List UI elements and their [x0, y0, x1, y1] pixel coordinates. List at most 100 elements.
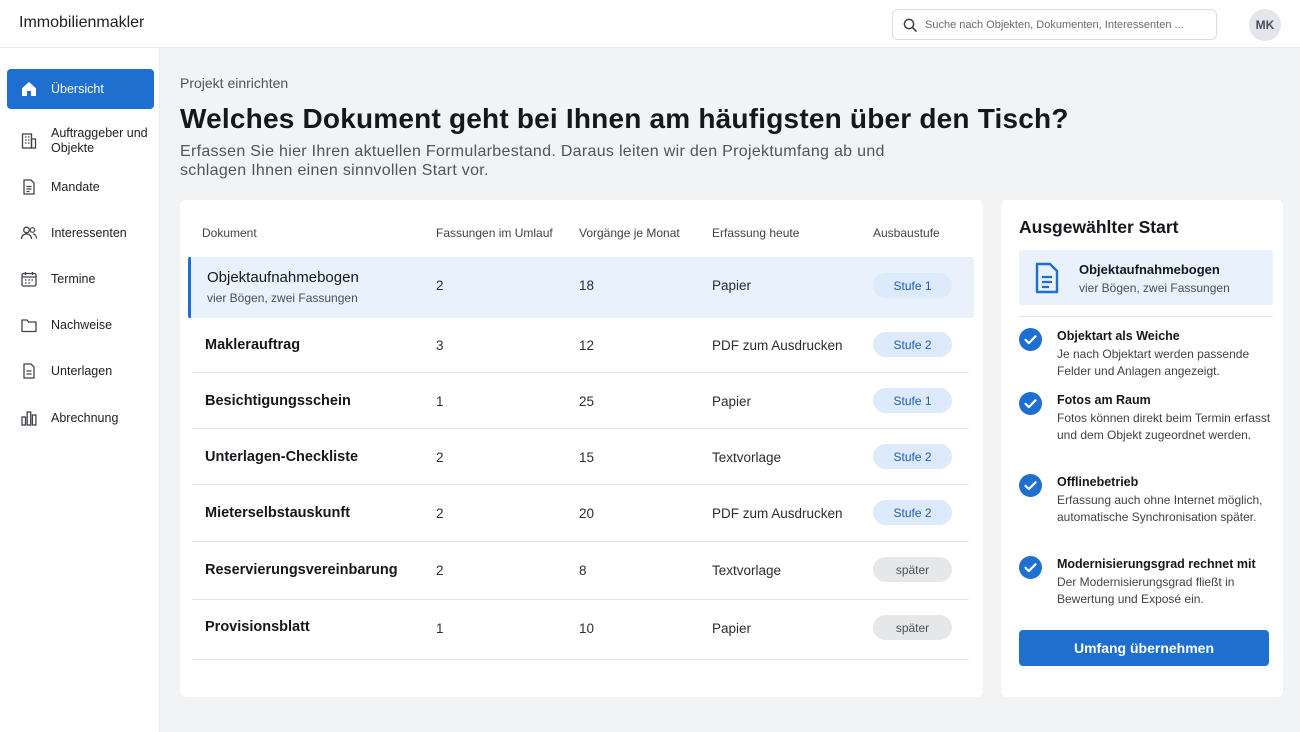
document-icon: [1035, 262, 1059, 294]
stage-badge[interactable]: Stufe 2: [873, 444, 952, 469]
feature-title: Objektart als Weiche: [1057, 329, 1180, 343]
search-icon: [903, 18, 917, 32]
folder-icon: [21, 319, 37, 333]
row-document-name: Reservierungsvereinbarung: [205, 562, 398, 578]
table-row[interactable]: Reservierungsvereinbarung 2 8 Textvorlag…: [192, 542, 969, 600]
sidebar-item-nachweise[interactable]: Nachweise: [7, 305, 154, 345]
calendar-icon: [21, 272, 37, 287]
page-eyebrow: Projekt einrichten: [180, 75, 289, 91]
row-capture: PDF zum Ausdrucken: [712, 506, 843, 521]
selected-document-name: Objektaufnahmebogen: [1079, 262, 1220, 277]
file-text-icon: [23, 363, 35, 379]
row-per-month: 12: [579, 338, 595, 353]
row-capture: PDF zum Ausdrucken: [712, 338, 843, 353]
selected-document-card: Objektaufnahmebogen vier Bögen, zwei Fas…: [1019, 250, 1273, 305]
row-document-name: Unterlagen-Checkliste: [205, 449, 359, 465]
sidebar-item-label: Termine: [51, 271, 96, 286]
row-per-month: 25: [579, 394, 595, 409]
panel-title: Ausgewählter Start: [1019, 217, 1179, 237]
row-document-name: Maklerauftrag: [205, 337, 301, 353]
check-circle-icon: [1019, 556, 1042, 579]
table-row[interactable]: Mieterselbstauskunft 2 20 PDF zum Ausdru…: [192, 485, 969, 542]
row-document-name: Mieterselbstauskunft: [205, 505, 351, 521]
document-icon: [23, 179, 35, 195]
table-row[interactable]: Maklerauftrag 3 12 PDF zum Ausdrucken St…: [192, 318, 969, 373]
row-versions: 2: [436, 563, 444, 578]
stage-badge[interactable]: Stufe 1: [873, 273, 952, 298]
sidebar-item-unterlagen[interactable]: Unterlagen: [7, 351, 154, 391]
user-avatar[interactable]: MK: [1249, 9, 1281, 41]
sidebar-item-interessenten[interactable]: Interessenten: [7, 213, 154, 253]
row-capture: Textvorlage: [712, 450, 782, 465]
row-document-name: Objektaufnahmebogen: [207, 269, 359, 286]
feature-description: Der Modernisierungsgrad fließt in Bewert…: [1057, 575, 1235, 606]
row-versions: 2: [436, 506, 444, 521]
sidebar-item-uebersicht[interactable]: Übersicht: [7, 69, 154, 109]
feature-title: Offlinebetrieb: [1057, 475, 1139, 489]
column-header-document: Dokument: [202, 226, 257, 240]
sidebar-item-auftraggeber[interactable]: Auftraggeber und Objekte: [7, 119, 154, 163]
stage-badge[interactable]: später: [873, 615, 952, 640]
row-versions: 3: [436, 338, 444, 353]
table-row[interactable]: Objektaufnahmebogen vier Bögen, zwei Fas…: [188, 257, 974, 318]
feature-title: Fotos am Raum: [1057, 393, 1151, 407]
row-document-name: Besichtigungsschein: [205, 393, 351, 409]
row-capture: Textvorlage: [712, 563, 782, 578]
divider: [1019, 316, 1273, 317]
selected-start-panel: Ausgewählter Start Objektaufnahmebogen v…: [1001, 200, 1283, 697]
check-circle-icon: [1019, 392, 1042, 415]
table-row[interactable]: Provisionsblatt 1 10 Papier später: [192, 600, 969, 660]
stage-badge[interactable]: Stufe 2: [873, 500, 952, 525]
sidebar-item-label: Abrechnung: [51, 410, 119, 425]
row-per-month: 18: [579, 278, 595, 293]
column-header-capture: Erfassung heute: [712, 226, 800, 240]
row-versions: 1: [436, 621, 444, 636]
column-header-stage: Ausbaustufe: [873, 226, 940, 240]
feature-description: Erfassung auch ohne Internet möglich, au…: [1057, 493, 1263, 524]
sidebar-item-label: Übersicht: [51, 81, 104, 96]
bar-chart-icon: [21, 411, 37, 426]
stage-badge[interactable]: später: [873, 557, 952, 582]
sidebar-item-mandate[interactable]: Mandate: [7, 167, 154, 207]
row-per-month: 8: [579, 563, 587, 578]
table-row[interactable]: Besichtigungsschein 1 25 Papier Stufe 1: [192, 373, 969, 429]
row-per-month: 10: [579, 621, 595, 636]
row-versions: 2: [436, 450, 444, 465]
row-versions: 2: [436, 278, 444, 293]
column-header-versions: Fassungen im Umlauf: [436, 226, 553, 240]
sidebar-item-label: Mandate: [51, 179, 100, 194]
stage-badge[interactable]: Stufe 2: [873, 332, 952, 357]
feature-description: Je nach Objektart werden passende Felder…: [1057, 347, 1250, 378]
sidebar-item-label: Interessenten: [51, 225, 127, 240]
selected-document-sub: vier Bögen, zwei Fassungen: [1079, 281, 1230, 295]
sidebar: Übersicht Auftraggeber und Objekte Manda…: [0, 48, 160, 732]
adopt-scope-button[interactable]: Umfang übernehmen: [1019, 630, 1269, 666]
stage-badge[interactable]: Stufe 1: [873, 388, 952, 413]
sidebar-item-label: Auftraggeber und Objekte: [51, 126, 148, 155]
check-circle-icon: [1019, 474, 1042, 497]
check-circle-icon: [1019, 328, 1042, 351]
feature-title: Modernisierungsgrad rechnet mit: [1057, 557, 1256, 571]
row-capture: Papier: [712, 394, 752, 409]
row-document-sub: vier Bögen, zwei Fassungen: [207, 291, 358, 305]
building-icon: [21, 133, 37, 149]
app-title: Immobilienmakler: [19, 14, 145, 31]
table-row[interactable]: Unterlagen-Checkliste 2 15 Textvorlage S…: [192, 429, 969, 485]
search-input[interactable]: [925, 10, 1210, 39]
row-capture: Papier: [712, 621, 752, 636]
home-icon: [22, 82, 36, 96]
feature-description: Fotos können direkt beim Termin erfasst …: [1057, 411, 1271, 442]
page-subtitle: Erfassen Sie hier Ihren aktuellen Formul…: [180, 143, 885, 179]
sidebar-item-label: Unterlagen: [51, 363, 113, 378]
users-icon: [20, 226, 38, 240]
sidebar-item-abrechnung[interactable]: Abrechnung: [7, 398, 154, 438]
top-bar: Immobilienmakler MK: [0, 0, 1300, 48]
page-title: Welches Dokument geht bei Ihnen am häufi…: [180, 103, 1069, 134]
column-header-per-month: Vorgänge je Monat: [579, 226, 680, 240]
row-capture: Papier: [712, 278, 752, 293]
row-per-month: 15: [579, 450, 595, 465]
row-document-name: Provisionsblatt: [205, 619, 310, 635]
sidebar-item-termine[interactable]: Termine: [7, 259, 154, 299]
row-per-month: 20: [579, 506, 595, 521]
search-box[interactable]: [892, 9, 1217, 40]
